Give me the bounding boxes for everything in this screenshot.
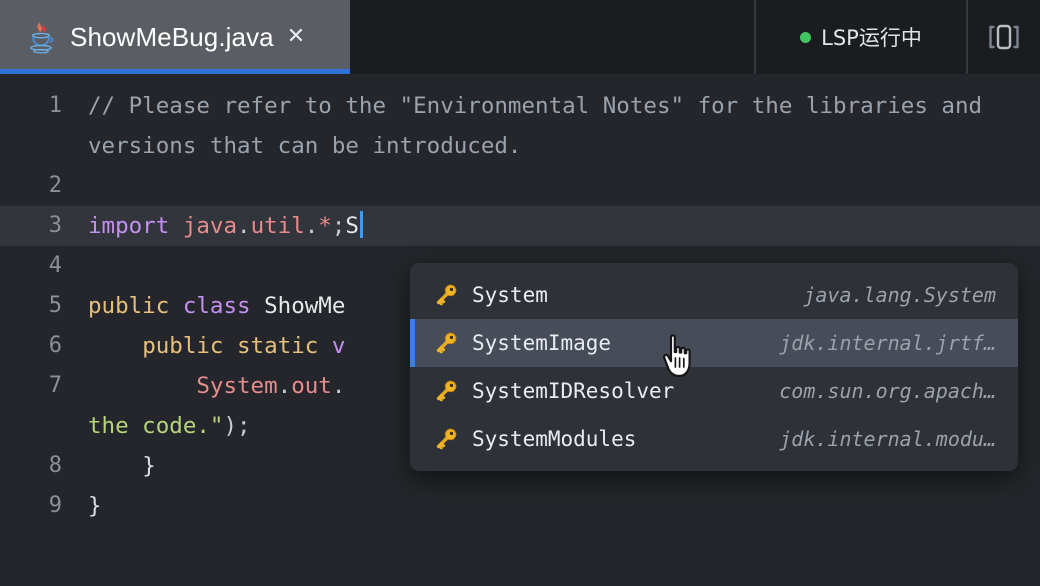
autocomplete-item-label: SystemImage [472, 331, 612, 355]
editor-tab-showmebug-java[interactable]: ShowMeBug.java ✕ [0, 0, 350, 74]
code-token: S [345, 213, 359, 239]
line-number: 2 [48, 173, 62, 198]
code-token: static [237, 333, 319, 359]
code-token: java [182, 213, 238, 239]
autocomplete-item-detail: jdk.internal.jrtf… [779, 331, 996, 355]
code-token: ; [331, 213, 346, 239]
autocomplete-item[interactable]: SystemImage jdk.internal.jrtf… [410, 319, 1018, 367]
tab-label: ShowMeBug.java [70, 21, 274, 52]
key-icon [434, 331, 460, 355]
titlebar-spacer [350, 0, 754, 74]
toggle-layout-button[interactable] [966, 0, 1040, 74]
title-bar: ShowMeBug.java ✕ LSP运行中 [0, 0, 1040, 74]
code-token: class [182, 293, 251, 319]
code-token: public [88, 293, 170, 319]
line-number: 5 [48, 293, 62, 318]
lsp-status-indicator: LSP运行中 [754, 0, 966, 74]
key-icon [434, 427, 460, 451]
autocomplete-item-detail: java.lang.System [803, 283, 996, 307]
code-token: . [304, 213, 319, 239]
line-number: 1 [48, 93, 62, 118]
code-token: } [88, 493, 102, 519]
autocomplete-item-detail: com.sun.org.apach… [779, 379, 996, 403]
code-token: . [277, 373, 292, 399]
code-token: util [250, 213, 305, 239]
autocomplete-item-label: System [472, 283, 548, 307]
autocomplete-item[interactable]: SystemIDResolver com.sun.org.apach… [410, 367, 1018, 415]
status-dot-icon [800, 31, 812, 43]
code-token: . [331, 373, 346, 399]
code-token: ShowMe [264, 293, 346, 319]
code-token: } [142, 453, 156, 479]
key-icon [434, 283, 460, 307]
code-token: . [237, 213, 251, 239]
split-layout-icon [989, 24, 1019, 50]
line-number: 8 [48, 453, 62, 478]
code-line[interactable]: 2 [0, 166, 1040, 206]
line-number: 9 [48, 493, 62, 518]
code-token: the code." [88, 413, 224, 439]
code-token: * [318, 213, 332, 239]
code-token: System [196, 373, 278, 399]
code-token: // Please refer to the "Environmental No… [88, 93, 996, 159]
close-icon[interactable]: ✕ [287, 26, 305, 48]
code-token: v [331, 333, 346, 359]
text-caret [359, 211, 363, 238]
lsp-status-label: LSP运行中 [821, 26, 922, 50]
line-number: 6 [48, 333, 62, 358]
code-line[interactable]: 3 import java.util.*;S [0, 206, 1040, 246]
code-line[interactable]: 9} [0, 486, 1040, 526]
code-token: out [291, 373, 332, 399]
code-token: ); [223, 413, 251, 439]
code-token: import [88, 213, 170, 239]
code-line-text: } [62, 486, 1040, 526]
autocomplete-item-label: SystemModules [472, 427, 637, 451]
line-number: 3 [48, 213, 62, 238]
java-icon [30, 21, 54, 54]
autocomplete-item-detail: jdk.internal.modu… [779, 427, 996, 451]
autocomplete-item[interactable]: System java.lang.System [410, 271, 1018, 319]
code-line[interactable]: 1 // Please refer to the "Environmental N… [0, 86, 1040, 166]
code-line-text: import java.util.*;S [62, 206, 1018, 246]
key-icon [434, 379, 460, 403]
line-number: 4 [48, 253, 62, 278]
line-number: 7 [48, 373, 62, 398]
autocomplete-popup[interactable]: System java.lang.System SystemImage jdk.int… [410, 263, 1018, 471]
code-token: public [142, 333, 224, 359]
autocomplete-item-label: SystemIDResolver [472, 379, 675, 403]
autocomplete-item[interactable]: SystemModules jdk.internal.modu… [410, 415, 1018, 463]
code-line-text: // Please refer to the "Environmental No… [62, 86, 1040, 166]
